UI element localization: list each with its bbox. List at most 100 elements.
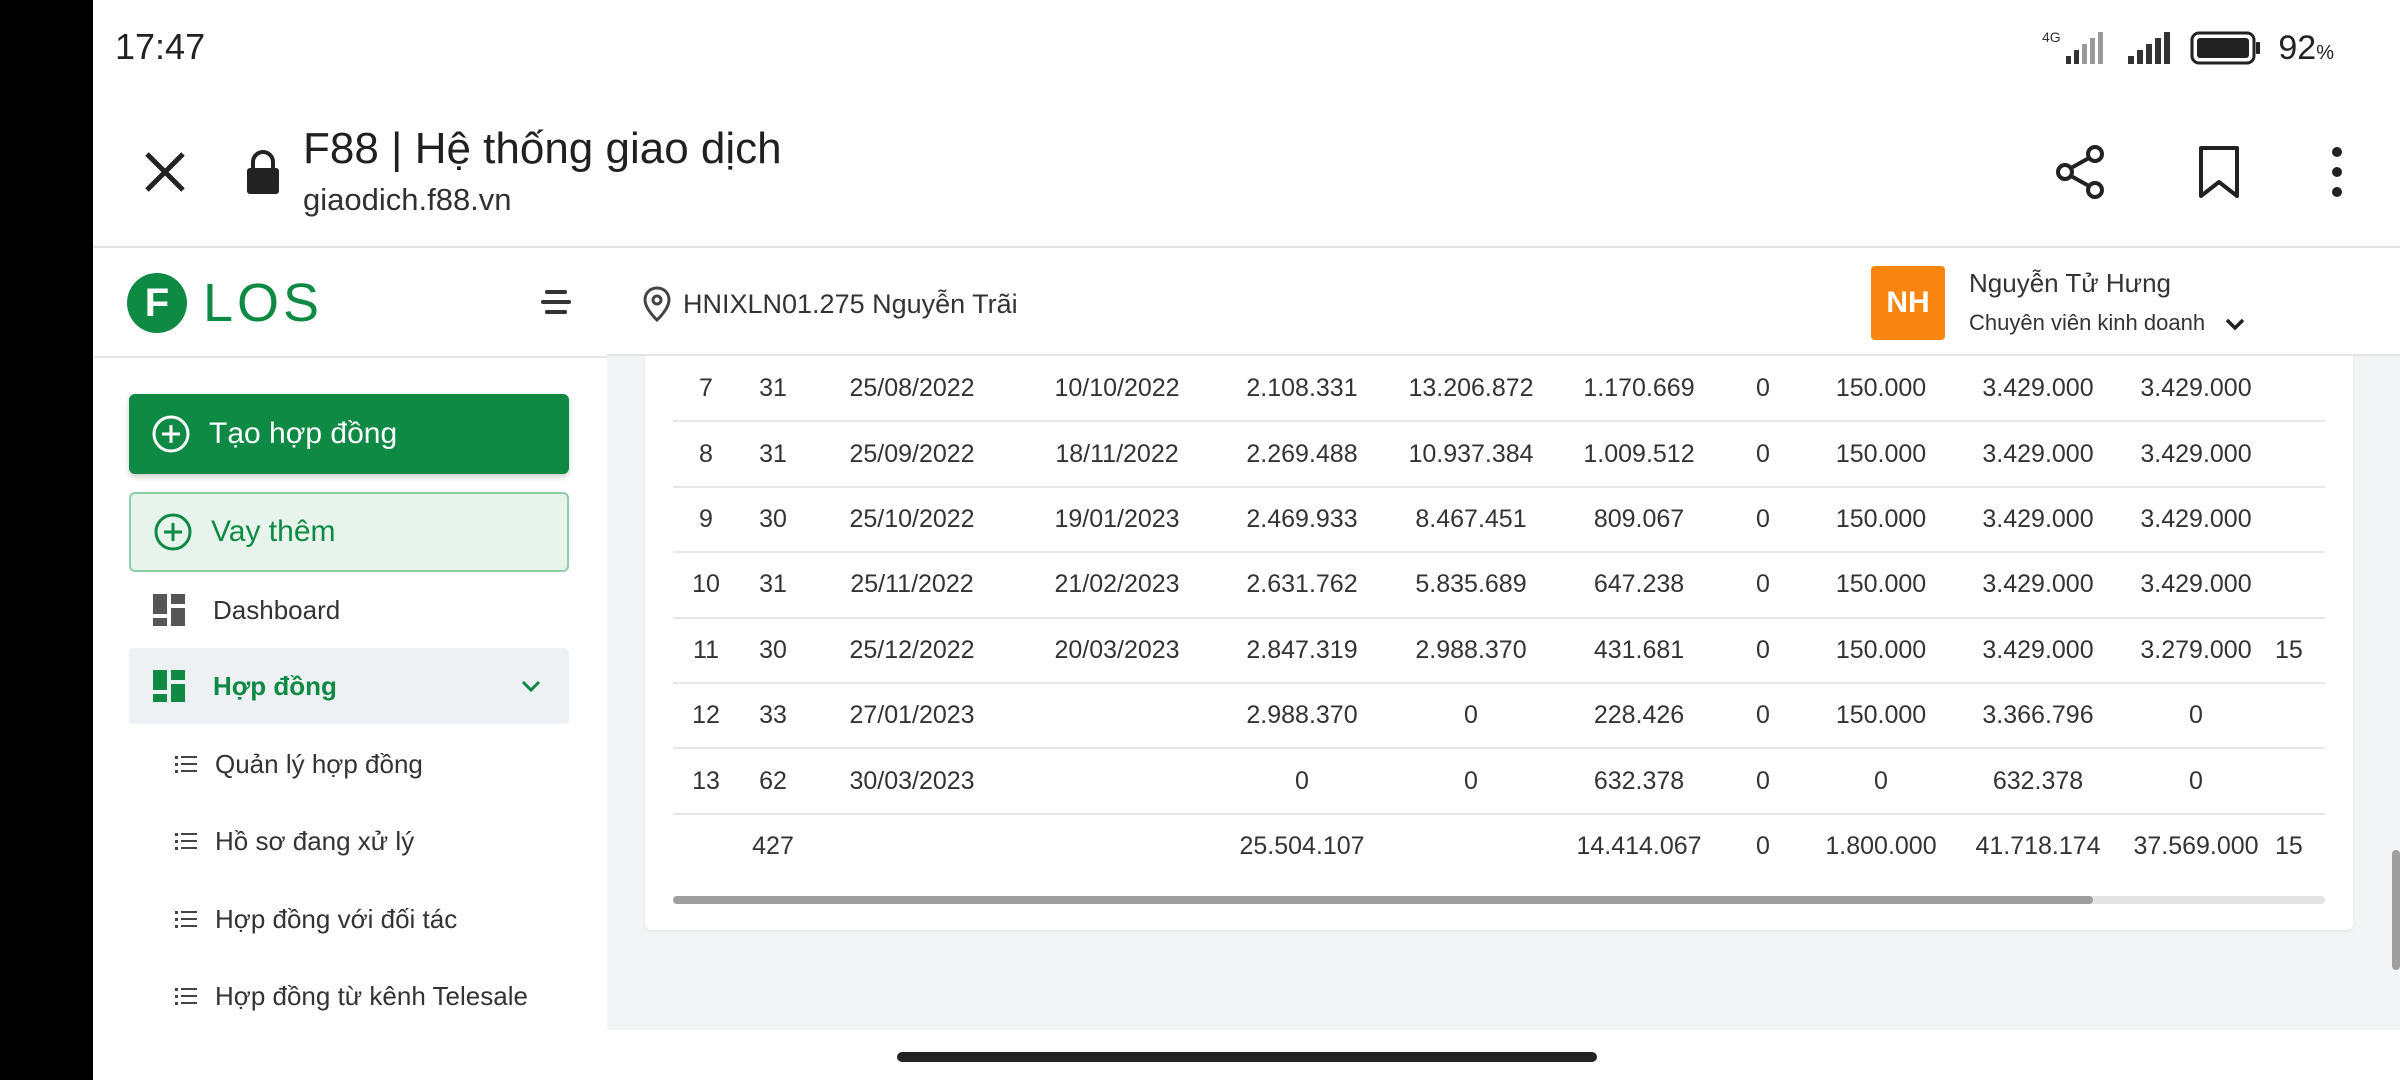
table-cell: 0 (1723, 485, 1803, 553)
page-title: F88 | Hệ thống giao dịch (303, 124, 782, 173)
table-cell: 3.429.000 (1959, 420, 2117, 487)
sidebar-subitem-label: Hợp đồng từ kênh Telesale (215, 980, 528, 1011)
table-cell: 62 (739, 747, 807, 814)
sidebar-subitem-label: Hợp đồng với đối tác (215, 903, 458, 934)
more-menu-button[interactable] (2301, 136, 2373, 208)
plus-circle-icon (154, 513, 192, 551)
share-icon (2056, 145, 2104, 199)
table-cell: 25/09/2022 (807, 420, 1017, 487)
table-cell: 2.469.933 (1217, 485, 1387, 553)
table-cell: 3.429.000 (2117, 485, 2275, 553)
horizontal-scrollbar[interactable] (673, 896, 2325, 904)
menu-toggle-icon[interactable] (541, 290, 571, 316)
chevron-down-icon[interactable] (2223, 312, 2247, 336)
sidebar-subitem-telesale-contracts[interactable]: Hợp đồng từ kênh Telesale (175, 966, 528, 1026)
status-indicators: 4G 92% (2038, 26, 2334, 70)
home-handle[interactable] (897, 1052, 1597, 1062)
list-icon (175, 756, 197, 773)
table-cell: 30 (739, 616, 807, 683)
share-button[interactable] (2045, 136, 2117, 208)
horizontal-scrollbar-thumb[interactable] (673, 896, 2093, 904)
table-cell: 9 (673, 485, 739, 553)
table-row: 12 33 27/01/2023 2.988.370 0 228.426 0 150.000 3… (673, 681, 2325, 749)
table-cell: 3.366.796 (1959, 681, 2117, 749)
logo-mark: F (127, 273, 187, 333)
app-area: F LOS Tạo hợp đồng Vay thêm Dashboard Hợ… (93, 250, 2400, 1030)
table-cell: 0 (1723, 616, 1803, 683)
table-cell: 150.000 (1803, 616, 1959, 683)
create-contract-button[interactable]: Tạo hợp đồng (129, 394, 569, 474)
table-cell: 25/11/2022 (807, 551, 1017, 618)
browser-bar: F88 | Hệ thống giao dịch giaodich.f88.vn (93, 96, 2400, 248)
sidebar-subitem-partner-contracts[interactable]: Hợp đồng với đối tác (175, 889, 457, 949)
list-icon (175, 833, 197, 850)
page-url[interactable]: giaodich.f88.vn (303, 182, 512, 218)
table-cell (2275, 356, 2325, 421)
table-row: 427 25.504.107 14.414.067 0 1.800.000 41.718.… (673, 812, 2325, 880)
table-scroll-area[interactable]: 7 31 25/08/2022 10/10/2022 2.108.331 13.206.8… (673, 356, 2325, 896)
table-cell: 11 (673, 616, 739, 683)
more-vertical-icon (2332, 147, 2342, 197)
table-cell (2275, 420, 2325, 487)
payment-schedule-card: 7 31 25/08/2022 10/10/2022 2.108.331 13.206.8… (645, 356, 2353, 930)
table-cell: 809.067 (1555, 485, 1723, 553)
vertical-scrollbar[interactable] (2392, 850, 2400, 970)
table-row: 8 31 25/09/2022 18/11/2022 2.269.488 10.937.3… (673, 420, 2325, 487)
signal-icon (2128, 32, 2171, 64)
close-button[interactable] (133, 140, 197, 204)
table-cell: 7 (699, 373, 713, 402)
table-cell: 8 (673, 420, 739, 487)
table-cell: 150.000 (1803, 681, 1959, 749)
table-cell: 31 (739, 551, 807, 618)
table-cell: 0 (1723, 812, 1803, 880)
status-bar: 17:47 4G 92% (93, 0, 2400, 96)
table-row: 11 30 25/12/2022 20/03/2023 2.847.319 2.988.3… (673, 616, 2325, 683)
signal-4g-icon: 4G (2042, 29, 2104, 64)
table-cell: 21/02/2023 (1017, 551, 1217, 618)
table-cell: 632.378 (1555, 747, 1723, 814)
table-cell: 25/08/2022 (849, 373, 975, 402)
table-cell: 228.426 (1555, 681, 1723, 749)
bookmark-icon (2199, 146, 2239, 198)
top-header: HNIXLN01.275 Nguyễn Trãi NH Nguyễn Tử Hư… (607, 250, 2400, 356)
payment-schedule-table: 7 31 25/08/2022 10/10/2022 2.108.331 13.206.8… (673, 356, 2325, 880)
table-cell (2275, 551, 2325, 618)
logo[interactable]: F LOS (127, 272, 323, 334)
branch-selector[interactable]: HNIXLN01.275 Nguyễn Trãi (643, 286, 1018, 322)
bookmark-button[interactable] (2183, 136, 2255, 208)
sidebar-divider (93, 356, 607, 358)
table-row: 7 31 25/08/2022 10/10/2022 2.108.331 13.206.8… (673, 356, 2325, 421)
user-name[interactable]: Nguyễn Tử Hưng (1969, 268, 2171, 299)
table-cell: 5.835.689 (1387, 551, 1555, 618)
sidebar-subitem-manage-contracts[interactable]: Quản lý hợp đồng (175, 734, 423, 794)
sidebar-item-dashboard[interactable]: Dashboard (129, 572, 569, 648)
avatar[interactable]: NH (1871, 266, 1945, 340)
sidebar-subitem-processing[interactable]: Hồ sơ đang xử lý (175, 811, 414, 871)
table-cell (2275, 485, 2325, 553)
table-cell: 3.429.000 (2117, 551, 2275, 618)
table-row: 9 30 25/10/2022 19/01/2023 2.469.933 8.467.45… (673, 485, 2325, 553)
battery-value: 92 (2278, 28, 2317, 67)
table-cell: 2.108.331 (1246, 373, 1358, 402)
sidebar-subitem-label: Quản lý hợp đồng (215, 748, 423, 779)
table-cell: 3.429.000 (1959, 616, 2117, 683)
table-cell: 41.718.174 (1959, 812, 2117, 880)
table-cell (2275, 747, 2325, 814)
location-pin-icon (643, 286, 671, 322)
network-label: 4G (2042, 29, 2061, 45)
table-cell: 427 (739, 812, 807, 880)
battery-percent: 92% (2278, 29, 2334, 68)
table-cell (807, 812, 1017, 880)
borrow-more-button[interactable]: Vay thêm (129, 492, 569, 572)
user-role: Chuyên viên kinh doanh (1969, 310, 2206, 335)
table-cell: 647.238 (1555, 551, 1723, 618)
table-cell: 1.009.512 (1555, 420, 1723, 487)
table-cell: 14.414.067 (1555, 812, 1723, 880)
table-cell: 150.000 (1803, 551, 1959, 618)
table-cell: 3.429.000 (1959, 485, 2117, 553)
table-cell: 150.000 (1835, 373, 1927, 402)
table-cell: 1.800.000 (1803, 812, 1959, 880)
list-icon (175, 911, 197, 928)
table-cell: 15 (2275, 812, 2325, 880)
sidebar-item-contracts[interactable]: Hợp đồng (129, 648, 569, 724)
